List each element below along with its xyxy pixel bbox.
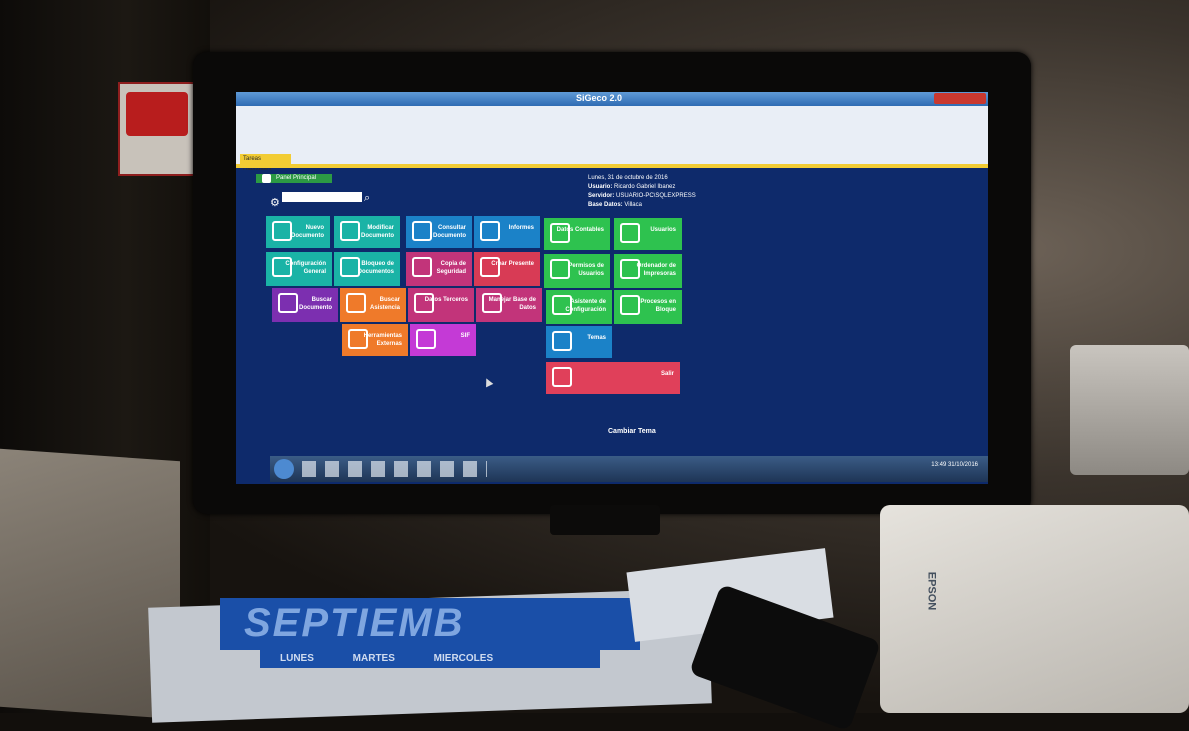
tile-label: Salir <box>660 371 674 377</box>
tile-procesos-bloque[interactable]: Procesos en Bloque <box>614 290 682 324</box>
monitor-stand <box>550 505 660 535</box>
tile-label: Crear Presente <box>491 261 534 267</box>
ribbon <box>236 106 988 164</box>
red-sticker <box>118 82 200 176</box>
tile-label: Procesos en Bloque <box>640 299 676 313</box>
tile-label: Herramientas Externas <box>363 333 402 347</box>
back-icon[interactable] <box>262 174 271 183</box>
server-value: USUARIO-PC\SQLEXPRESS <box>616 193 696 199</box>
tile-copia-seguridad[interactable]: Copia de Seguridad <box>406 252 472 286</box>
tab-stripe <box>236 164 988 168</box>
tile-modificar-documento[interactable]: Modificar Documento <box>334 216 400 248</box>
settings-icon[interactable]: ⚙ <box>270 196 280 209</box>
tile-herramientas-externas[interactable]: Herramientas Externas <box>342 324 408 356</box>
tile-label: Configuración General <box>285 261 326 275</box>
db-value: Villaca <box>624 202 642 208</box>
tile-buscar-asistencia[interactable]: Buscar Asistencia <box>340 288 406 322</box>
tile-label: Informes <box>508 225 534 231</box>
tile-label: Usuarios <box>650 227 676 233</box>
search-icon[interactable]: ⌕ <box>364 192 370 205</box>
tile-temas[interactable]: Temas <box>546 326 612 358</box>
title-bar: SiGeco 2.0 <box>236 92 988 106</box>
tile-label: Buscar Documento <box>299 297 332 311</box>
session-info: Lunes, 31 de octubre de 2016 Usuario: Ri… <box>588 175 696 208</box>
tile-label: SIF <box>460 333 470 339</box>
tile-usuarios[interactable]: Usuarios <box>614 218 682 250</box>
printer-brand: EPSON <box>925 571 938 611</box>
calendar-days: LUNES MARTES MIERCOLES <box>260 650 600 668</box>
background-printer <box>1070 345 1189 475</box>
tile-buscar-documento[interactable]: Buscar Documento <box>272 288 338 322</box>
tile-nuevo-documento[interactable]: Nuevo Documento <box>266 216 330 248</box>
user-value: Ricardo Gabriel Ibanez <box>614 184 676 190</box>
tile-bloqueo-documentos[interactable]: Bloqueo de Documentos <box>334 252 400 286</box>
tile-configuracion-general[interactable]: Configuración General <box>266 252 332 286</box>
tile-manejar-base[interactable]: Manejar Base de Datos <box>476 288 542 322</box>
mouse-cursor <box>482 376 494 388</box>
tile-label: Modificar Documento <box>361 225 394 239</box>
tile-label: Copia de Seguridad <box>436 261 466 275</box>
current-date: Lunes, 31 de octubre de 2016 <box>588 175 668 181</box>
tile-label: Nuevo Documento <box>291 225 324 239</box>
tile-label: Manejar Base de Datos <box>488 297 536 311</box>
taskbar-clock: 13:49 31/10/2016 <box>931 462 978 468</box>
tile-consultar-documento[interactable]: Consultar Documento <box>406 216 472 248</box>
tile-label: Datos Terceros <box>424 297 468 303</box>
app-title: SiGeco 2.0 <box>576 93 623 103</box>
tile-label: Buscar Asistencia <box>369 297 400 311</box>
tile-salir[interactable]: Salir <box>546 362 680 394</box>
tile-datos-terceros[interactable]: Datos Terceros <box>408 288 474 322</box>
tab-tareas-habituales[interactable]: Tareas Habituales <box>240 154 291 172</box>
tile-label: Bloqueo de Documentos <box>357 261 394 275</box>
tile-label: Consultar Documento <box>433 225 466 239</box>
tile-label: Asistente de Configuración <box>565 299 606 313</box>
start-button[interactable] <box>274 459 294 479</box>
taskbar: 13:49 31/10/2016 <box>270 456 988 482</box>
calendar-month: SEPTIEMB <box>244 601 465 645</box>
tile-label: Temas <box>587 335 606 341</box>
tile-permisos-usuarios[interactable]: Permisos de Usuarios <box>544 254 610 288</box>
salir-icon <box>552 367 572 387</box>
tile-datos-contables[interactable]: Datos Contables <box>544 218 610 250</box>
tile-label: Datos Contables <box>556 227 604 233</box>
tile-label: Ordenador de Impresoras <box>636 263 676 277</box>
tile-label: Permisos de Usuarios <box>568 263 604 277</box>
taskbar-apps[interactable] <box>302 461 487 477</box>
search-input[interactable] <box>282 192 362 202</box>
window-controls[interactable] <box>934 93 986 104</box>
tile-ordenador-impresoras[interactable]: Ordenador de Impresoras <box>614 254 682 288</box>
monitor-screen: SiGeco 2.0 Tareas Habituales Panel Princ… <box>236 92 988 484</box>
tile-asistente-config[interactable]: Asistente de Configuración <box>546 290 612 324</box>
tile-informes[interactable]: Informes <box>474 216 540 248</box>
tile-sif[interactable]: SIF <box>410 324 476 356</box>
tile-crear-presente[interactable]: Crear Presente <box>474 252 540 286</box>
cambiar-tema-link[interactable]: Cambiar Tema <box>608 428 656 435</box>
epson-printer: EPSON <box>880 505 1189 713</box>
